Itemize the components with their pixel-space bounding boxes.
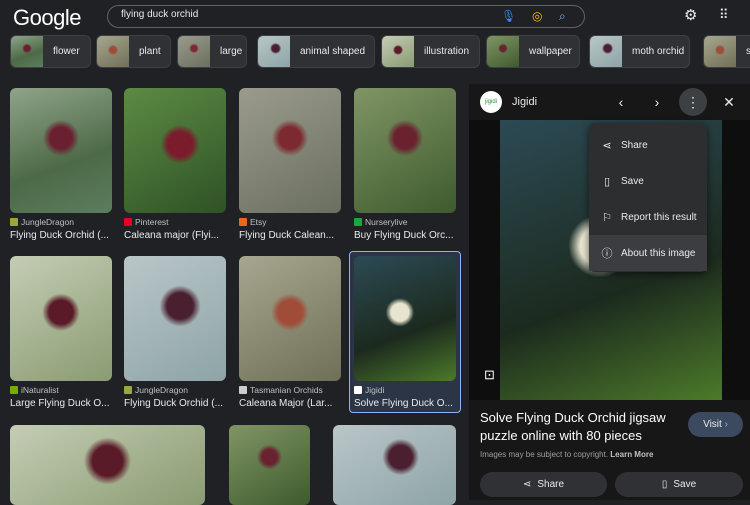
- favicon-icon: [354, 218, 362, 226]
- learn-more-link[interactable]: Learn More: [610, 450, 653, 459]
- result-image[interactable]: [354, 256, 456, 381]
- favicon-icon: [354, 386, 362, 394]
- search-box[interactable]: 🎙 ◎ ⌕: [107, 5, 585, 28]
- result-source[interactable]: Jigidi: [354, 385, 456, 395]
- chevron-right-icon: ›: [724, 419, 728, 430]
- more-options-menu: ⋖ Share ▯ Save ⚐ Report this result ⓘ About …: [589, 123, 707, 272]
- bookmark-icon: ▯: [661, 479, 668, 490]
- chip-thumbnail: [382, 36, 414, 67]
- result-card[interactable]: Pinterest Caleana major (Flyi...: [124, 88, 226, 241]
- result-title[interactable]: Solve Flying Duck O...: [354, 398, 456, 409]
- result-card[interactable]: Jigidi Solve Flying Duck O...: [354, 256, 456, 409]
- result-image[interactable]: [10, 88, 112, 213]
- result-source[interactable]: iNaturalist: [10, 385, 112, 395]
- site-logo: jigidi: [480, 91, 502, 113]
- next-button[interactable]: ›: [643, 88, 671, 116]
- copyright-notice: Images may be subject to copyright. Lear…: [480, 450, 654, 459]
- favicon-icon: [124, 386, 132, 394]
- result-title[interactable]: Flying Duck Calean...: [239, 230, 341, 241]
- lens-search-icon[interactable]: ⊡: [484, 367, 495, 383]
- menu-item-report[interactable]: ⚐ Report this result: [589, 199, 707, 235]
- result-image[interactable]: [229, 425, 310, 505]
- chip-animal-shaped[interactable]: animal shaped: [257, 35, 375, 68]
- chip-large[interactable]: large: [177, 35, 247, 68]
- result-title[interactable]: Caleana Major (Lar...: [239, 398, 341, 409]
- result-image[interactable]: [124, 88, 226, 213]
- menu-item-save[interactable]: ▯ Save: [589, 163, 707, 199]
- result-image[interactable]: [10, 256, 112, 381]
- chip-thumbnail: [487, 36, 519, 67]
- more-options-button[interactable]: ⋮: [679, 88, 707, 116]
- result-title[interactable]: Large Flying Duck O...: [10, 398, 112, 409]
- result-card[interactable]: Etsy Flying Duck Calean...: [239, 88, 341, 241]
- save-button[interactable]: ▯ Save: [615, 472, 743, 497]
- apps-icon[interactable]: ⠿: [719, 8, 729, 21]
- result-image[interactable]: [239, 88, 341, 213]
- chip-thumbnail: [97, 36, 129, 67]
- result-source[interactable]: Etsy: [239, 217, 341, 227]
- info-icon: ⓘ: [601, 248, 613, 260]
- result-card[interactable]: Nurserylive Buy Flying Duck Orc...: [354, 88, 456, 241]
- chip-thumbnail: [178, 36, 210, 67]
- chip-flower[interactable]: flower: [10, 35, 91, 68]
- share-icon: ⋖: [522, 479, 532, 490]
- google-logo[interactable]: Google: [13, 5, 81, 31]
- result-source[interactable]: Nurserylive: [354, 217, 456, 227]
- result-image[interactable]: [333, 425, 456, 505]
- favicon-icon: [239, 386, 247, 394]
- result-card[interactable]: JungleDragon Flying Duck Orchid (...: [124, 256, 226, 409]
- chip-thumbnail: [590, 36, 622, 67]
- bookmark-icon: ▯: [603, 175, 611, 188]
- search-icon[interactable]: ⌕: [559, 10, 566, 22]
- result-title[interactable]: Caleana major (Flyi...: [124, 230, 226, 241]
- chip-plant[interactable]: plant: [96, 35, 171, 68]
- result-title[interactable]: Flying Duck Orchid (...: [124, 398, 226, 409]
- mic-icon[interactable]: 🎙: [501, 10, 516, 22]
- result-image[interactable]: [354, 88, 456, 213]
- result-title[interactable]: Solve Flying Duck Orchid jigsaw puzzle o…: [480, 409, 685, 445]
- result-source[interactable]: JungleDragon: [10, 217, 112, 227]
- site-name[interactable]: Jigidi: [512, 96, 537, 108]
- menu-item-share[interactable]: ⋖ Share: [589, 127, 707, 163]
- menu-item-about-image[interactable]: ⓘ About this image: [589, 235, 707, 271]
- favicon-icon: [124, 218, 132, 226]
- favicon-icon: [10, 218, 18, 226]
- result-source[interactable]: JungleDragon: [124, 385, 226, 395]
- result-title[interactable]: Flying Duck Orchid (...: [10, 230, 112, 241]
- previous-button[interactable]: ‹: [607, 88, 635, 116]
- chip-wallpaper[interactable]: wallpaper: [486, 35, 580, 68]
- visit-button[interactable]: Visit ›: [688, 412, 743, 437]
- favicon-icon: [239, 218, 247, 226]
- favicon-icon: [10, 386, 18, 394]
- chip-thumbnail: [704, 36, 736, 67]
- result-image[interactable]: [124, 256, 226, 381]
- result-image[interactable]: [239, 256, 341, 381]
- chip-illustration[interactable]: illustration: [381, 35, 480, 68]
- result-image[interactable]: [10, 425, 205, 505]
- chip-thumbnail: [258, 36, 290, 67]
- result-source[interactable]: Tasmanian Orchids: [239, 385, 341, 395]
- result-card[interactable]: iNaturalist Large Flying Duck O...: [10, 256, 112, 409]
- flag-icon: ⚐: [602, 211, 612, 224]
- result-card[interactable]: JungleDragon Flying Duck Orchid (...: [10, 88, 112, 241]
- result-title[interactable]: Buy Flying Duck Orc...: [354, 230, 456, 241]
- share-icon: ⋖: [602, 139, 612, 152]
- result-card[interactable]: Tasmanian Orchids Caleana Major (Lar...: [239, 256, 341, 409]
- chip-thumbnail: [11, 36, 43, 67]
- close-button[interactable]: ✕: [715, 88, 743, 116]
- result-source[interactable]: Pinterest: [124, 217, 226, 227]
- chip-more[interactable]: se: [703, 35, 750, 68]
- search-input[interactable]: [121, 9, 481, 20]
- lens-icon[interactable]: ◎: [532, 10, 542, 22]
- share-button[interactable]: ⋖ Share: [480, 472, 607, 497]
- gear-icon[interactable]: ⚙: [684, 8, 697, 23]
- chip-moth-orchid[interactable]: moth orchid: [589, 35, 690, 68]
